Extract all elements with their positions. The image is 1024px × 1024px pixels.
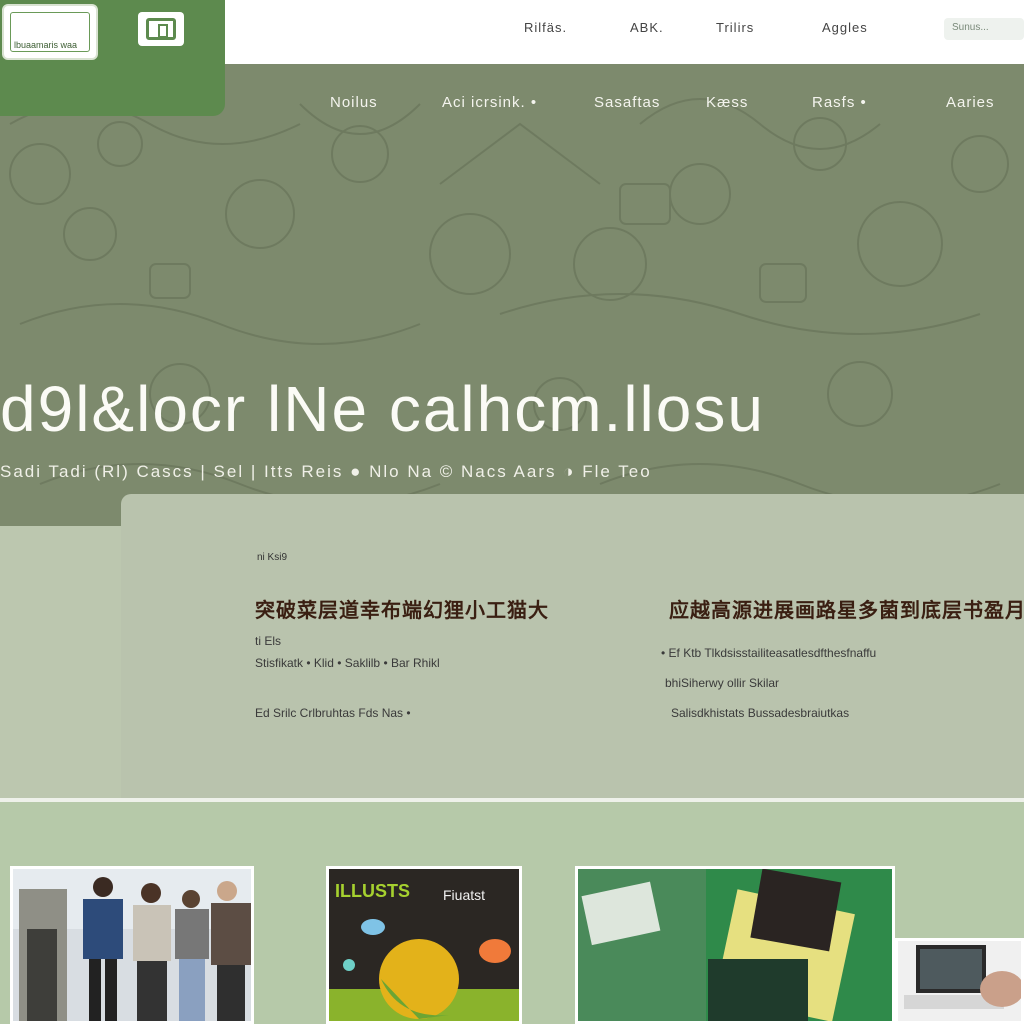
hero-nav-item-5[interactable]: Rasfs • (812, 94, 867, 111)
card-left-line-3: Ed Srilc Crlbruhtas Fds Nas • (255, 706, 411, 720)
gallery: ILLUSTS Fiuatst (0, 802, 1024, 1024)
card-tag: ni Ksi9 (257, 552, 288, 563)
card-right-heading[interactable]: 应越高源进展画路星多菌到底层书盈月叶 (669, 594, 1024, 623)
gallery-tile-laptop[interactable] (895, 938, 1024, 1024)
side-panel (0, 526, 124, 798)
top-nav-item-2[interactable]: ABK. (630, 20, 664, 35)
hero-nav-item-2[interactable]: Aci icrsink. • (442, 94, 537, 111)
top-nav-item-1[interactable]: Rilfäs. (524, 20, 567, 35)
laptop-image (904, 945, 1021, 1009)
logo-card[interactable]: lbuaamaris waa (2, 4, 98, 60)
card-right-line-1: • Ef Ktb Tlkdsisstailiteasatlesdfthesfna… (661, 646, 877, 660)
card-right-line-2: bhiSiherwy ollir Skilar (665, 676, 780, 690)
logo-panel: lbuaamaris waa (0, 0, 225, 116)
hero-nav-item-1[interactable]: Noilus (330, 94, 378, 111)
logo-text: lbuaamaris waa (14, 40, 78, 50)
hero-banner: d9l&locr lNe calhcm.llosu Sadi Tadi (Rl)… (0, 64, 1024, 526)
card-left-heading[interactable]: 突破菜层道幸布端幻狸小工猫大 (255, 594, 549, 623)
card-left-line-1: ti Els (255, 634, 282, 648)
top-nav-item-4[interactable]: Aggles (822, 20, 868, 35)
card-right-line-3: Salisdkhistats Bussadesbraiutkas (671, 706, 850, 720)
gallery-tile-product[interactable] (575, 866, 895, 1024)
hero-title: d9l&locr lNe calhcm.llosu (0, 373, 765, 445)
hero-nav-item-3[interactable]: Sasaftas (594, 94, 660, 111)
logo-mark-icon[interactable] (138, 12, 184, 46)
people-photo-image (13, 869, 251, 1021)
hero-doodle-background (9, 98, 1009, 505)
card-left-line-2: Stisfikatk • Klid • Saklilb • Bar Rhikl (255, 656, 440, 670)
gallery-tile-illustration[interactable]: ILLUSTS Fiuatst (326, 866, 522, 1024)
gallery-tile-people-photo[interactable] (10, 866, 254, 1024)
content-card: ni Ksi9 突破菜层道幸布端幻狸小工猫大 ti Els Stisfikatk… (121, 494, 1024, 798)
hero-nav-item-6[interactable]: Aaries (946, 94, 995, 111)
search-input[interactable]: Sunus... (944, 18, 1024, 40)
hero-nav-item-4[interactable]: Kæss (706, 94, 748, 111)
hero-subtitle: Sadi Tadi (Rl) Cascs | Sel | Itts Reis ●… (0, 462, 652, 481)
planet-illustration (329, 919, 519, 1021)
top-nav-item-3[interactable]: Trilirs (716, 20, 754, 35)
product-image (578, 869, 892, 1021)
